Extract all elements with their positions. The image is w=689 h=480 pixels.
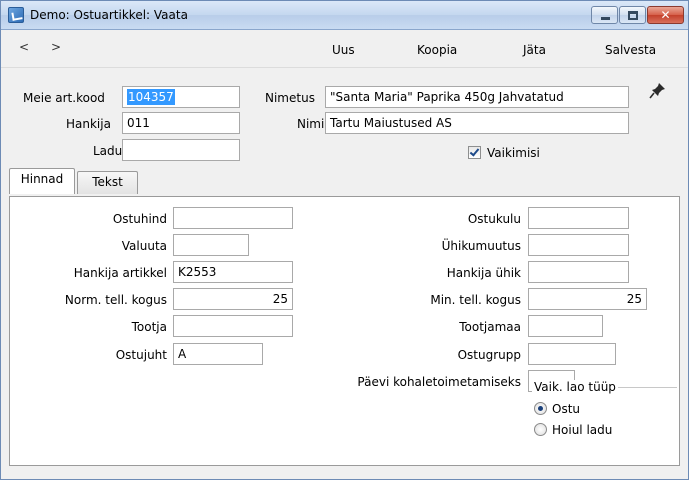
back-arrow-icon[interactable]: < [19, 40, 29, 54]
radio-selected-dot [538, 406, 543, 411]
producer-field[interactable] [173, 315, 293, 337]
supplier-item-field[interactable]: K2553 [173, 261, 293, 283]
minimize-button[interactable] [591, 6, 618, 24]
radio-ostu-label: Ostu [552, 402, 581, 416]
supplier-field[interactable]: 011 [122, 112, 240, 134]
tab-hinnad[interactable]: Hinnad [9, 168, 75, 194]
norm-qty-label: Norm. tell. kogus [64, 293, 167, 307]
app-icon [8, 7, 24, 23]
stock-type-label: Vaik. lao tüüp [532, 380, 618, 394]
pin-icon[interactable] [649, 81, 667, 99]
toolbar: < > Uus Koopia Jäta Salvesta [1, 31, 688, 68]
copy-button[interactable]: Koopia [417, 43, 457, 57]
radio-hoiul-ladu[interactable] [534, 423, 547, 436]
purchase-group-label: Ostugrupp [457, 348, 521, 362]
window: Demo: Ostuartikkel: Vaata ✕ < > Uus Koop… [0, 0, 689, 480]
supplier-unit-label: Hankija ühik [446, 266, 521, 280]
radio-hoiul-ladu-label: Hoiul ladu [552, 423, 613, 437]
save-button[interactable]: Salvesta [605, 43, 656, 57]
forward-arrow-icon[interactable]: > [51, 40, 61, 54]
radio-ostu[interactable] [534, 402, 547, 415]
country-field[interactable] [528, 315, 603, 337]
purchase-cost-label: Ostukulu [467, 212, 521, 226]
supplier-label: Hankija [66, 117, 111, 131]
purchase-price-field[interactable] [173, 207, 293, 229]
delivery-days-label: Päevi kohaletoimetamiseks [357, 375, 521, 389]
name-label: Nimetus [265, 91, 315, 105]
name-field[interactable]: "Santa Maria" Paprika 450g Jahvatatud [325, 86, 629, 108]
our-code-field[interactable]: 104357 [122, 86, 240, 108]
default-label: Vaikimisi [487, 146, 540, 160]
location-label: Ladu [93, 144, 123, 158]
purchase-group-field[interactable] [528, 343, 616, 365]
buyer-field[interactable]: A [173, 343, 263, 365]
currency-field[interactable] [173, 234, 249, 256]
maximize-icon [628, 11, 638, 20]
checkmark-icon [469, 146, 480, 157]
window-title: Demo: Ostuartikkel: Vaata [30, 8, 188, 22]
supplier-unit-field[interactable] [528, 261, 629, 283]
new-button[interactable]: Uus [332, 43, 355, 57]
supplier-name-label: Nimi [297, 117, 325, 131]
supplier-item-label: Hankija artikkel [73, 266, 167, 280]
close-icon: ✕ [660, 8, 671, 22]
location-field[interactable] [122, 139, 240, 161]
title-bar: Demo: Ostuartikkel: Vaata ✕ [1, 1, 688, 30]
our-code-value: 104357 [127, 89, 175, 105]
unit-coef-field[interactable] [528, 234, 629, 256]
our-code-label: Meie art.kood [23, 91, 105, 105]
minimize-icon [601, 17, 610, 20]
unit-coef-label: Ühikumuutus [441, 239, 521, 253]
min-qty-field[interactable]: 25 [528, 288, 647, 310]
country-label: Tootjamaa [459, 320, 521, 334]
purchase-cost-field[interactable] [528, 207, 629, 229]
leave-button[interactable]: Jäta [523, 43, 546, 57]
maximize-button[interactable] [619, 6, 646, 24]
supplier-name-field[interactable]: Tartu Maiustused AS [325, 112, 629, 134]
producer-label: Tootja [131, 320, 167, 334]
tab-tekst[interactable]: Tekst [77, 171, 138, 194]
norm-qty-field[interactable]: 25 [173, 288, 293, 310]
purchase-price-label: Ostuhind [112, 212, 167, 226]
currency-label: Valuuta [121, 239, 167, 253]
close-button[interactable]: ✕ [647, 6, 684, 24]
default-checkbox[interactable] [468, 146, 481, 159]
min-qty-label: Min. tell. kogus [430, 293, 521, 307]
buyer-label: Ostujuht [115, 348, 167, 362]
